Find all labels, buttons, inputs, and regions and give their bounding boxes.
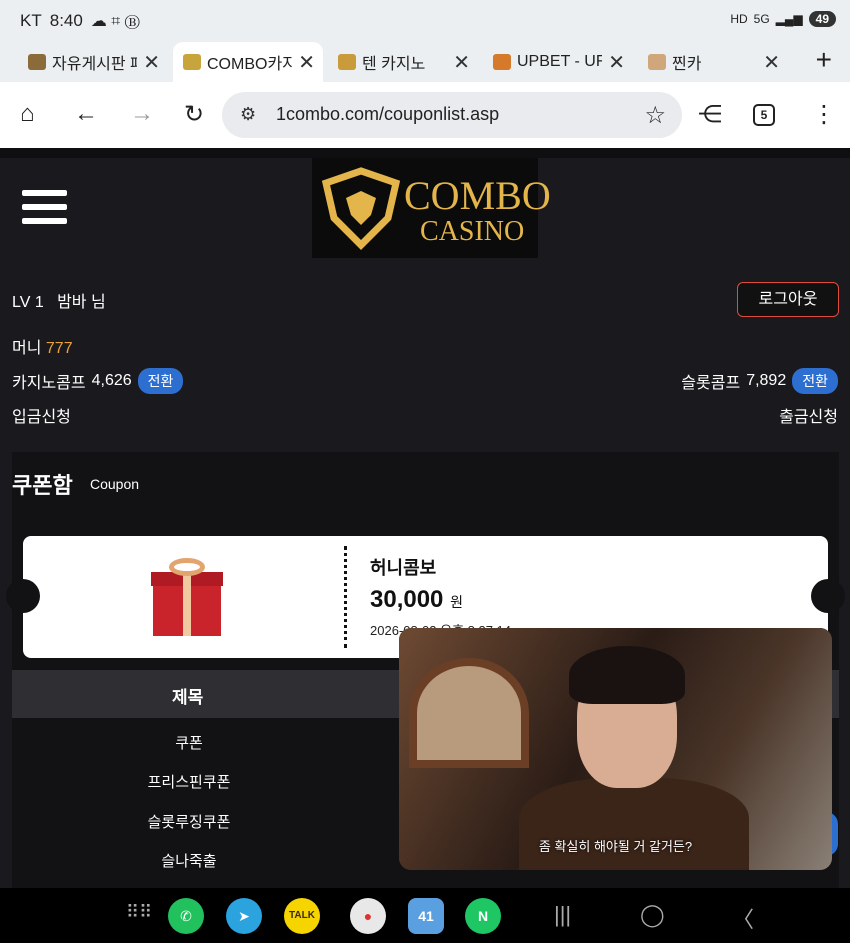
money-balance: 머니 777: [12, 334, 73, 358]
table-row[interactable]: 슬롯루징쿠폰: [12, 811, 366, 832]
url-text[interactable]: 1combo.com/couponlist.asp: [276, 104, 499, 125]
favicon-icon: [648, 54, 666, 70]
slot-comp-value: 7,892: [746, 372, 787, 389]
casino-convert-button[interactable]: 전환: [137, 368, 184, 394]
coupon-amount: 30,000 원: [370, 586, 463, 614]
new-tab-icon[interactable]: +: [816, 44, 832, 76]
signal-icon: ▂▄▆: [775, 12, 803, 26]
casino-comp-label: 카지노콤프: [12, 375, 86, 392]
favicon-icon: [28, 54, 46, 70]
tab-4[interactable]: UPBET - UF ✕: [483, 42, 633, 82]
table-row[interactable]: 쿠폰: [12, 732, 366, 753]
money-value: 777: [45, 340, 73, 357]
address-bar[interactable]: ⚙ 1combo.com/couponlist.asp ☆: [222, 92, 682, 138]
hamburger-menu-icon[interactable]: [22, 190, 67, 232]
slot-convert-button[interactable]: 전환: [792, 368, 838, 394]
more-menu-icon[interactable]: ⋮: [812, 100, 836, 129]
money-label: 머니: [12, 340, 42, 357]
home-nav-icon[interactable]: ◯: [640, 902, 665, 928]
table-row[interactable]: 프리스핀쿠폰: [12, 771, 366, 792]
clock: 8:40: [49, 11, 83, 30]
tab-5[interactable]: 찐카 ✕: [638, 42, 788, 82]
system-nav-bar: ⠿⠿ ✆ ➤ TALK ● 41 N ||| ◯ 〈: [0, 888, 850, 943]
slot-comp: 슬롯콤프 7,892 전환: [681, 368, 838, 394]
user-info: LV 1 밤바 님: [12, 288, 106, 312]
bookmark-star-icon[interactable]: ☆: [644, 101, 666, 130]
naver-app-icon[interactable]: N: [465, 898, 501, 934]
reload-icon[interactable]: ↻: [184, 100, 204, 129]
coupon-amount-unit: 원: [450, 594, 463, 610]
tab-title: 텐 카지노: [362, 56, 426, 73]
chrome-app-icon[interactable]: ●: [350, 898, 386, 934]
battery-icon: 49: [808, 11, 836, 27]
tab-title: UPBET - UF: [517, 53, 602, 70]
close-icon[interactable]: ✕: [763, 50, 780, 75]
slot-comp-label: 슬롯콤프: [681, 375, 741, 392]
user-name: 밤바 님: [57, 294, 106, 311]
withdraw-link[interactable]: 출금신청: [779, 403, 838, 427]
site-logo[interactable]: COMBO CASINO: [312, 158, 551, 258]
deposit-link[interactable]: 입금신청: [12, 403, 71, 427]
logout-button[interactable]: 로그아웃: [737, 282, 839, 317]
tab-title: COMBO카지: [207, 56, 292, 73]
phone-app-icon[interactable]: ✆: [168, 898, 204, 934]
tab-2[interactable]: COMBO카지 ✕: [173, 42, 323, 82]
network-label: 5G: [753, 12, 770, 26]
back-nav-icon[interactable]: 〈: [732, 902, 754, 934]
gift-box-icon: [151, 558, 223, 638]
logo-subtext: CASINO: [420, 216, 525, 247]
close-icon[interactable]: ✕: [608, 50, 625, 75]
close-icon[interactable]: ✕: [453, 50, 470, 75]
forward-icon[interactable]: →: [130, 100, 154, 128]
logo-text: COMBO: [404, 173, 551, 218]
ticket-divider: [344, 546, 347, 648]
casino-comp: 카지노콤프 4,626 전환: [12, 368, 184, 394]
app-drawer-icon[interactable]: ⠿⠿: [126, 902, 152, 923]
top-strip: [0, 148, 850, 158]
table-row[interactable]: 슬나죽출: [12, 850, 366, 871]
shield-logo-icon: [321, 167, 401, 250]
kakaotalk-app-icon[interactable]: TALK: [284, 898, 320, 934]
coupon-title: 쿠폰함: [12, 473, 73, 498]
notification-icon: ☁ ⌗ Ⓑ: [90, 13, 140, 30]
hd-icon: HD: [730, 12, 748, 26]
favicon-icon: [338, 54, 356, 70]
site-settings-icon[interactable]: ⚙: [240, 104, 256, 125]
tab-title: 자유게시판 페: [52, 56, 137, 73]
tab-title: 찐카: [672, 56, 702, 73]
column-title-header: 제목: [172, 688, 204, 707]
carrier-label: KT: [20, 11, 42, 30]
browser-toolbar: ⌂ ← → ↻ ⚙ 1combo.com/couponlist.asp ☆ ⋲ …: [0, 82, 850, 148]
user-level: LV 1: [12, 294, 44, 311]
share-icon[interactable]: ⋲: [698, 100, 722, 129]
recents-icon[interactable]: |||: [554, 902, 571, 928]
coupon-name: 허니콤보: [370, 558, 437, 578]
ticket-notch-left: [6, 579, 40, 613]
back-icon[interactable]: ←: [74, 100, 98, 128]
telegram-app-icon[interactable]: ➤: [226, 898, 262, 934]
favicon-icon: [183, 54, 201, 70]
close-icon[interactable]: ✕: [143, 50, 160, 75]
game-app-icon[interactable]: 41: [408, 898, 444, 934]
favicon-icon: [493, 54, 511, 70]
close-icon[interactable]: ✕: [298, 50, 315, 75]
casino-comp-value: 4,626: [91, 372, 132, 389]
tab-1[interactable]: 자유게시판 페 ✕: [18, 42, 168, 82]
pip-video-player[interactable]: 좀 확실히 해야될 거 같거든?: [399, 628, 832, 870]
tab-strip: 자유게시판 페 ✕ COMBO카지 ✕ 텐 카지노 ✕ UPBET - UF ✕…: [0, 42, 850, 82]
status-bar: KT 8:40 ☁ ⌗ Ⓑ HD 5G ▂▄▆ 49: [0, 0, 850, 42]
tab-switcher-button[interactable]: 5: [753, 104, 775, 126]
home-icon[interactable]: ⌂: [20, 100, 35, 128]
coupon-amount-value: 30,000: [370, 586, 444, 613]
coupon-subtitle: Coupon: [90, 476, 140, 492]
ticket-notch-right: [811, 579, 845, 613]
tab-3[interactable]: 텐 카지노 ✕: [328, 42, 478, 82]
video-caption: 좀 확실히 해야될 거 같거든?: [538, 839, 693, 854]
